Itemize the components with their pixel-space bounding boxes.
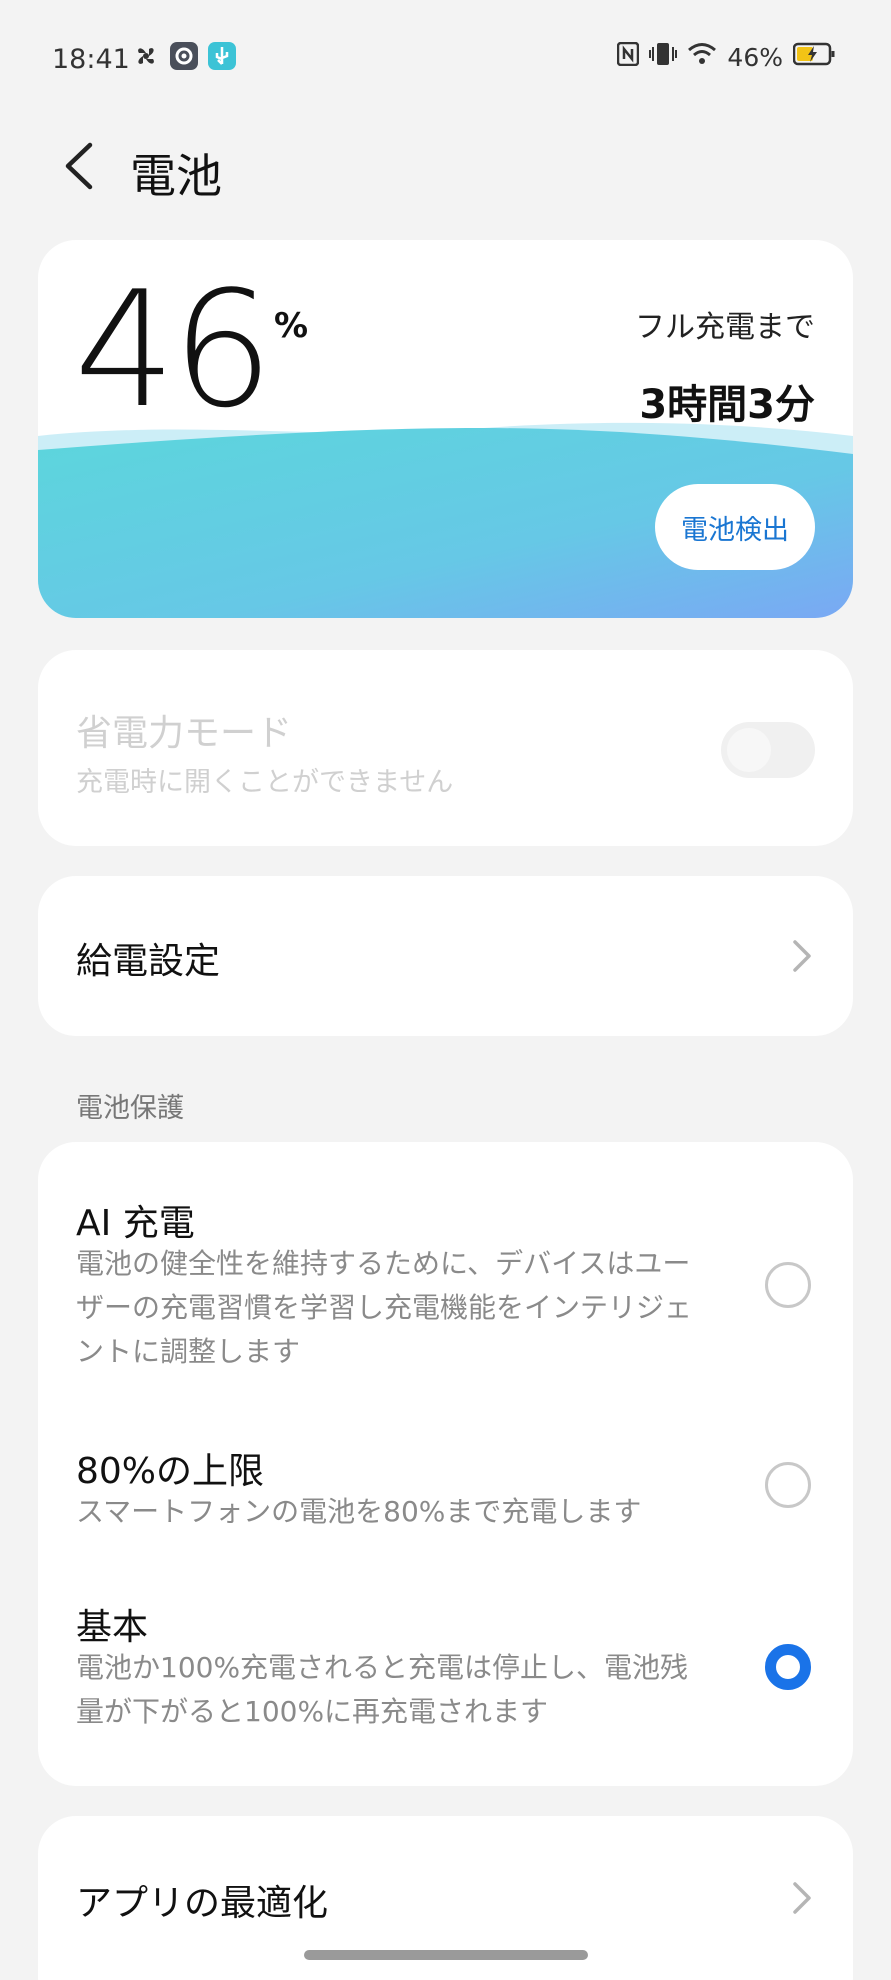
power-saving-title: 省電力モード: [76, 713, 293, 754]
chevron-right-icon: [793, 1882, 811, 1914]
status-time: 18:41: [52, 44, 130, 75]
toggle-knob: [727, 728, 771, 772]
notification-icons: [132, 42, 236, 70]
page-title: 電池: [130, 149, 222, 203]
radio-80-limit[interactable]: [765, 1462, 811, 1508]
status-bar: 18:41 46%: [0, 0, 891, 120]
battery-check-button[interactable]: 電池検出: [655, 484, 815, 570]
back-arrow-icon: [65, 142, 93, 190]
fan-icon: [132, 42, 160, 70]
radio-ai-charging[interactable]: [765, 1262, 811, 1308]
power-settings-row[interactable]: 給電設定: [38, 876, 853, 1036]
option-title: AI 充電: [76, 1203, 195, 1244]
home-indicator[interactable]: [304, 1950, 588, 1960]
battery-percent-text: 46%: [727, 42, 783, 72]
full-charge-time: 3時間3分: [639, 382, 815, 428]
battery-protection-label: 電池保護: [76, 1093, 184, 1124]
nfc-icon: [617, 41, 640, 72]
app-optimization-title: アプリの最適化: [76, 1883, 329, 1924]
option-title: 基本: [76, 1607, 149, 1648]
battery-status-card: 46 % フル充電まで 3時間3分 電池検出: [38, 240, 853, 618]
power-saving-card: 省電力モード 充電時に開くことができません: [38, 650, 853, 846]
power-settings-title: 給電設定: [76, 941, 221, 982]
battery-level-unit: %: [274, 306, 309, 346]
full-charge-label: フル充電まで: [635, 310, 815, 345]
radio-basic[interactable]: [765, 1644, 811, 1690]
option-title: 80%の上限: [76, 1451, 265, 1492]
option-description: スマートフォンの電池を80%まで充電します: [76, 1495, 642, 1528]
header: 電池: [0, 130, 891, 210]
option-description: 電池の健全性を維持するために、デバイスはユーザーの充電習慣を学習し充電機能をイン…: [76, 1247, 693, 1368]
back-button[interactable]: [54, 136, 104, 196]
battery-protection-card: AI 充電 電池の健全性を維持するために、デバイスはユーザーの充電習慣を学習し充…: [38, 1142, 853, 1786]
chevron-right-icon: [793, 940, 811, 972]
battery-charging-icon: [792, 42, 837, 72]
usb-icon: [208, 42, 236, 70]
battery-level-number: 46: [74, 256, 274, 443]
power-saving-subtitle: 充電時に開くことができません: [76, 767, 454, 798]
power-saving-toggle[interactable]: [721, 722, 815, 778]
vibrate-icon: [649, 42, 678, 72]
settings-gear-icon: [170, 42, 198, 70]
system-icons: 46%: [617, 41, 837, 72]
option-description: 電池か100%充電されると充電は停止し、電池残量が下がると100%に再充電されま…: [76, 1651, 689, 1728]
wifi-icon: [687, 42, 717, 72]
